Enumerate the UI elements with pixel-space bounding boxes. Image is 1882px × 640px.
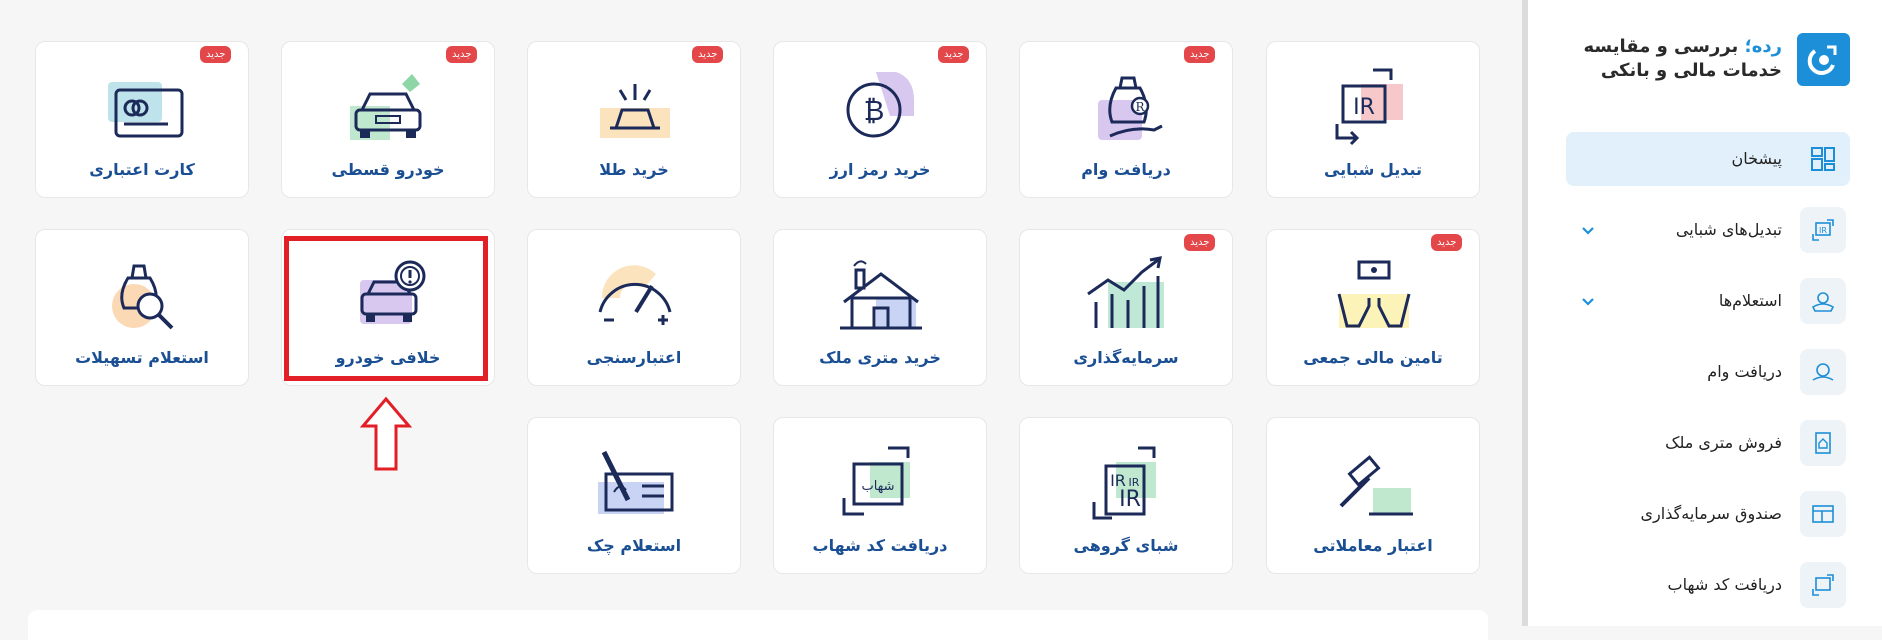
group-iban-icon: IR IR IR [1092,446,1156,520]
sidebar-item-loan[interactable]: دریافت وام [1566,345,1850,399]
highlight-box [284,236,488,381]
sidebar-item-property-sale[interactable]: فروش متری ملک [1566,416,1850,470]
new-badge: جدید [1184,46,1216,63]
svg-text:IR: IR [1119,487,1141,512]
card-loan[interactable]: جدید R دریافت وام [1019,41,1233,198]
card-crypto[interactable]: جدید ₿ خرید رمز ارز [773,41,987,198]
car-installment-icon [350,74,422,140]
card-trade-credit[interactable]: اعتبار معاملاتی [1266,417,1480,574]
sidebar-nav: پیشخان IR تبدیل‌های شبایی [1566,132,1850,629]
card-cheque-inquiry[interactable]: استعلام چک [527,417,741,574]
card-label: خرید متری ملک [819,348,941,367]
card-label: دریافت وام [1081,160,1171,179]
card-label: شبای گروهی [1073,536,1179,555]
card-label: خرید طلا [599,160,669,179]
card-credit-card[interactable]: جدید کارت اعتباری [35,41,249,198]
shahab-code-icon: شهاب [842,446,910,516]
card-label: اعتبار معاملاتی [1313,536,1433,555]
bottom-panel [28,610,1488,640]
sidebar-item-label: پیشخان [1731,149,1782,168]
iban-convert-icon: IR [1800,207,1846,253]
services-grid: IR تبدیل شبایی جدید R دریافت وام جدید ₿ … [0,0,1510,640]
sidebar-item-label: تبدیل‌های شبایی [1675,220,1782,239]
card-iban-convert[interactable]: IR تبدیل شبایی [1266,41,1480,198]
credit-card-icon [108,82,184,138]
sidebar-item-investment-fund[interactable]: صندوق سرمایه‌گذاری [1566,487,1850,541]
investment-chart-icon [1087,256,1164,328]
sidebar-item-label: دریافت وام [1707,362,1782,381]
card-label: تبدیل شبایی [1323,160,1423,179]
svg-text:₿: ₿ [864,94,885,127]
dashboard-icon [1800,136,1846,182]
svg-text:R: R [1135,100,1145,114]
chevron-down-icon[interactable] [1580,293,1596,309]
card-shahab-code[interactable]: شهاب دریافت کد شهاب [773,417,987,574]
new-badge: جدید [938,46,970,63]
new-badge: جدید [692,46,724,63]
card-label: خرید رمز ارز [829,160,931,179]
iban-convert-icon: IR [1335,68,1403,146]
card-group-iban[interactable]: IR IR IR شبای گروهی [1019,417,1233,574]
loan-bag-icon: R [1098,76,1163,140]
card-label: استعلام چک [586,536,682,555]
svg-text:شهاب: شهاب [861,479,894,494]
card-car-installment[interactable]: جدید خودرو قسطی [281,41,495,198]
sidebar-item-shahab-code[interactable]: دریافت کد شهاب [1566,558,1850,612]
loan-inquiry-icon [112,264,174,330]
sidebar-item-iban-conversions[interactable]: IR تبدیل‌های شبایی [1566,203,1850,257]
card-label: سرمایه‌گذاری [1073,348,1179,367]
card-credit-score[interactable]: اعتبارسنجی [527,229,741,386]
sidebar-item-dashboard[interactable]: پیشخان [1566,132,1850,186]
svg-text:IR: IR [1353,95,1375,120]
card-crowdfunding[interactable]: جدید تامین مالی جمعی [1266,229,1480,386]
investment-fund-icon [1800,491,1846,537]
sidebar: رده؛ بررسی و مقایسه خدمات مالی و بانکی پ… [1522,0,1882,626]
card-label: دریافت کد شهاب [812,536,948,555]
brand-name: رده؛ بررسی و مقایسه خدمات مالی و بانکی [1583,36,1782,81]
card-label: خودرو قسطی [331,160,445,179]
gold-bar-icon [600,84,670,138]
shahab-code-icon [1800,562,1846,608]
card-label: تامین مالی جمعی [1303,348,1443,367]
credit-gauge-icon [598,265,672,325]
new-badge: جدید [200,46,232,63]
house-icon [840,260,922,330]
new-badge: جدید [1184,234,1216,251]
card-label: اعتبارسنجی [586,348,682,367]
gavel-icon [1339,455,1413,516]
card-investment[interactable]: جدید سرمایه‌گذاری [1019,229,1233,386]
new-badge: جدید [446,46,478,63]
svg-text:IR: IR [1819,226,1827,235]
loan-icon [1800,349,1846,395]
cheque-icon [598,450,674,514]
inquiry-icon [1800,278,1846,324]
card-gold[interactable]: جدید خرید طلا [527,41,741,198]
sidebar-item-label: صندوق سرمایه‌گذاری [1640,504,1782,523]
chevron-down-icon[interactable] [1580,222,1596,238]
brand-logo-icon [1797,33,1850,86]
sidebar-item-inquiries[interactable]: استعلام‌ها [1566,274,1850,328]
sidebar-item-label: استعلام‌ها [1718,291,1782,310]
card-label: استعلام تسهیلات [75,348,209,367]
crowdfunding-icon [1337,260,1411,328]
new-badge: جدید [1431,234,1463,251]
bitcoin-icon: ₿ [846,72,914,138]
card-property[interactable]: خرید متری ملک [773,229,987,386]
card-loan-inquiry[interactable]: استعلام تسهیلات [35,229,249,386]
sidebar-item-label: دریافت کد شهاب [1667,575,1782,594]
card-label: کارت اعتباری [89,160,195,179]
up-arrow-icon [360,396,412,471]
sidebar-item-label: فروش متری ملک [1665,433,1782,452]
property-sale-icon [1800,420,1846,466]
brand[interactable]: رده؛ بررسی و مقایسه خدمات مالی و بانکی [1550,33,1850,89]
